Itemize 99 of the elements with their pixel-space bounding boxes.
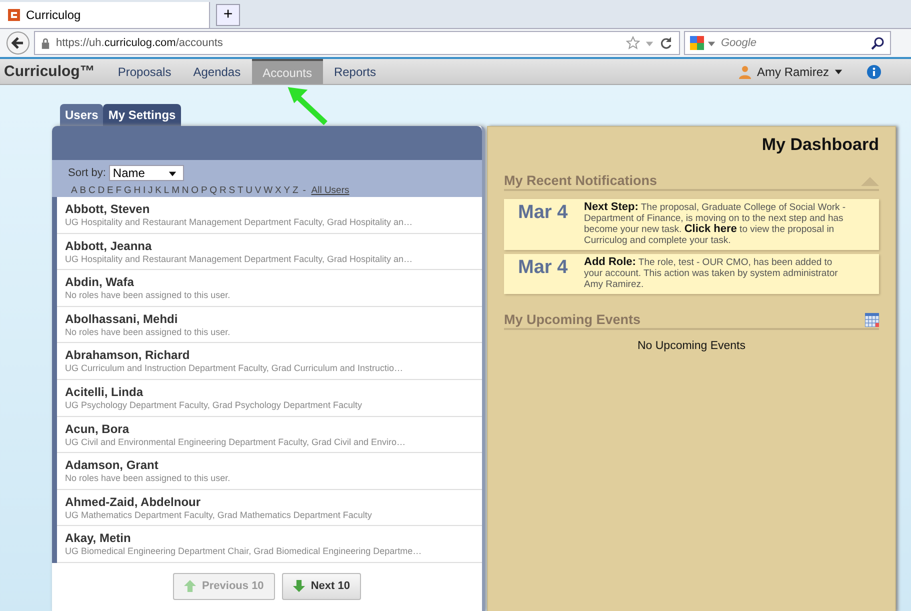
user-row[interactable]: Ahmed-Zaid, Abdelnour UG Mathematics Department Faculty, Grad Mathematics Department Faculty: [57, 490, 482, 526]
letter-link[interactable]: L: [164, 185, 170, 196]
user-name: Abbott, Steven: [65, 202, 151, 216]
back-button[interactable]: [6, 31, 30, 55]
nav-link[interactable]: Proposals: [106, 59, 182, 84]
notification-date: Mar 4: [518, 202, 569, 225]
letter-link[interactable]: X: [275, 185, 282, 196]
letter-link[interactable]: E: [107, 185, 114, 196]
letter-link[interactable]: V: [254, 185, 262, 196]
user-row[interactable]: Abdin, Wafa No roles have been assigned to this user.: [57, 270, 482, 307]
letter-link[interactable]: D: [98, 185, 105, 196]
notification-card[interactable]: [504, 199, 879, 250]
letter-link[interactable]: Q: [210, 185, 218, 196]
search-field[interactable]: Google: [684, 31, 891, 55]
user-roles: No roles have been assigned to this user.: [65, 473, 232, 484]
user-name: Abdin, Wafa: [65, 275, 135, 290]
tab-title: Curriculog: [26, 8, 81, 22]
notification-text: Next Step: The proposal, Graduate College of Social Work - Department of Finance, is moving on to the next step and has become your new task. Click here to view the proposal in Curriculog and complete your task.: [584, 202, 847, 246]
caret-icon: [168, 168, 177, 178]
browser-tab[interactable]: Curriculog: [0, 2, 210, 28]
user-menu[interactable]: Amy Ramirez: [738, 64, 843, 78]
user-roles: No roles have been assigned to this user.: [65, 326, 232, 337]
calendar-icon[interactable]: [865, 312, 879, 326]
down-arrow-icon: [292, 580, 305, 592]
letter-link[interactable]: Z: [292, 185, 298, 196]
user-name: Abolhassani, Mehdi: [65, 312, 179, 326]
letter-link[interactable]: I: [142, 185, 146, 196]
empty-message: No Upcoming Events: [636, 340, 747, 352]
notification-date: Mar 4: [518, 257, 569, 280]
user-name: Abbott, Jeanna: [65, 238, 153, 253]
letter-link[interactable]: F: [116, 185, 122, 196]
letter-link[interactable]: R: [219, 185, 226, 196]
section-title: My Recent Notifications: [504, 173, 658, 188]
url-text: https://uh.curriculog.com/accounts: [56, 37, 223, 49]
user-row[interactable]: Akay, Metin UG Biomedical Engineering Department Chair, Grad Biomedical Engineering Departme…: [57, 526, 482, 563]
letter-link[interactable]: K: [155, 185, 162, 196]
user-roles: UG Psychology Department Faculty, Grad Psychology Department Faculty: [65, 400, 363, 410]
letter-link[interactable]: J: [148, 185, 153, 196]
letter-link[interactable]: Y: [284, 185, 290, 196]
tab[interactable]: My Settings: [103, 104, 181, 126]
address-field[interactable]: https://uh.curriculog.com/accounts: [34, 31, 680, 55]
user-name: Acitelli, Linda: [65, 384, 144, 399]
user-row[interactable]: Acun, Bora UG Civil and Environmental Engineering Department Faculty, Grad Civil and Enviro…: [57, 416, 482, 454]
star-icon[interactable]: [626, 36, 640, 50]
logo-icon: [8, 9, 20, 21]
caret-icon: [834, 67, 843, 76]
letter-link[interactable]: U: [246, 185, 253, 196]
info-icon[interactable]: [867, 64, 881, 78]
reload-icon[interactable]: [659, 36, 673, 50]
user-roles: UG Hospitality and Restaurant Management Department Faculty, Grad Hospitality an…: [65, 217, 414, 227]
user-row[interactable]: Abbott, Jeanna UG Hospitality and Restaurant Management Department Faculty, Grad Hospitality an…: [57, 234, 482, 270]
nav-link[interactable]: Agendas: [182, 59, 252, 84]
user-row[interactable]: Adamson, Grant No roles have been assigned to this user.: [57, 453, 482, 490]
notification-text: Add Role: The role, test - OUR CMO, has been added to your account. This action was taken by system administrator Amy Ramirez.: [584, 257, 839, 290]
letter-link[interactable]: M: [172, 185, 180, 196]
letter-link[interactable]: T: [237, 185, 244, 196]
section-title: My Upcoming Events: [504, 312, 641, 327]
letter-link[interactable]: G: [124, 185, 132, 196]
user-row[interactable]: Abolhassani, Mehdi No roles have been assigned to this user.: [57, 306, 482, 344]
tab[interactable]: Users: [60, 104, 104, 126]
search-engine-icon: [690, 36, 704, 50]
letter-link[interactable]: P: [200, 185, 208, 196]
nav-link[interactable]: Reports: [322, 59, 387, 84]
letter-link[interactable]: C: [88, 185, 96, 196]
user-name: Abrahamson, Richard: [65, 348, 191, 362]
search-icon[interactable]: [871, 36, 885, 50]
dropdown-icon[interactable]: [707, 38, 716, 48]
letter-link[interactable]: B: [80, 185, 86, 196]
user-name: Acun, Bora: [65, 422, 130, 436]
user-roles: UG Civil and Environmental Engineering Department Faculty, Grad Civil and Enviro…: [65, 436, 406, 447]
notification-card[interactable]: Mar 4 Add Role: The role, test - OUR CMO, has been added to your account. This action was taken by system administrator Amy Ramirez.: [504, 254, 879, 294]
user-name: Ahmed-Zaid, Abdelnour: [65, 494, 202, 509]
letter-link[interactable]: S: [228, 185, 236, 196]
user-roles: UG Biomedical Engineering Department Chair, Grad Biomedical Engineering Departme…: [65, 546, 423, 556]
person-icon: [738, 64, 752, 78]
user-roles: UG Curriculum and Instruction Department Faculty, Grad Curriculum and Instructio…: [65, 363, 404, 374]
letter-link[interactable]: H: [134, 185, 141, 196]
user-name: Akay, Metin: [65, 531, 132, 546]
letter-link[interactable]: W: [264, 185, 273, 196]
user-row[interactable]: Abbott, Steven UG Hospitality and Restaurant Management Department Faculty, Grad Hospitality an…: [57, 197, 482, 234]
new-tab-button[interactable]: +: [216, 4, 240, 26]
letter-link[interactable]: N: [182, 185, 189, 196]
dashboard-title: My Dashboard: [760, 135, 879, 155]
app-logo[interactable]: Curriculog™: [0, 63, 107, 80]
lock-icon: [41, 38, 50, 48]
letter-link[interactable]: O: [191, 185, 199, 196]
separator-text: -: [302, 185, 306, 196]
user-name: Adamson, Grant: [65, 458, 160, 472]
all-users-link[interactable]: All Users: [311, 185, 350, 196]
sort-dropdown[interactable]: Name: [108, 165, 184, 181]
next-button[interactable]: Next 10: [282, 572, 361, 600]
user-roles: No roles have been assigned to this user.: [65, 290, 232, 300]
user-roles: UG Mathematics Department Faculty, Grad Mathematics Department Faculty: [65, 510, 373, 520]
user-roles: UG Hospitality and Restaurant Management Department Faculty, Grad Hospitality an…: [65, 254, 414, 264]
letter-link[interactable]: A: [71, 185, 78, 196]
user-row[interactable]: Abrahamson, Richard UG Curriculum and Instruction Department Faculty, Grad Curriculum and Instructio…: [57, 343, 482, 380]
sort-label: Sort by:: [68, 167, 106, 179]
user-row[interactable]: Acitelli, Linda UG Psychology Department Faculty, Grad Psychology Department Faculty: [57, 380, 482, 417]
up-arrow-icon: [184, 580, 196, 592]
